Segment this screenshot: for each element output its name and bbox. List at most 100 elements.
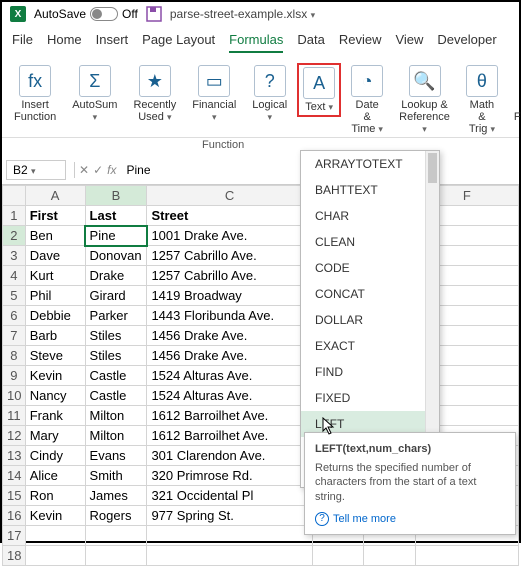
cell-B11[interactable]: Milton — [85, 406, 147, 426]
ribbon-lookup-[interactable]: 🔍Lookup &Reference ▾ — [393, 63, 456, 137]
row-header[interactable]: 7 — [3, 326, 26, 346]
cell-C13[interactable]: 301 Clarendon Ave. — [147, 446, 312, 466]
cell-B16[interactable]: Rogers — [85, 506, 147, 526]
filename[interactable]: parse-street-example.xlsx ▾ — [170, 7, 315, 21]
cell-C6[interactable]: 1443 Floribunda Ave. — [147, 306, 312, 326]
row-header[interactable]: 16 — [3, 506, 26, 526]
table-row[interactable]: 2BenPine1001 Drake Ave. — [3, 226, 519, 246]
cell-B2[interactable]: Pine — [85, 226, 147, 246]
tab-view[interactable]: View — [395, 32, 423, 53]
cell-F18[interactable] — [415, 546, 518, 566]
table-row[interactable]: 1FirstLastStreet — [3, 206, 519, 226]
tab-review[interactable]: Review — [339, 32, 382, 53]
cell-A16[interactable]: Kevin — [25, 506, 85, 526]
cell-C16[interactable]: 977 Spring St. — [147, 506, 312, 526]
col-header-C[interactable]: C — [147, 186, 312, 206]
cell-A4[interactable]: Kurt — [25, 266, 85, 286]
cancel-icon[interactable]: ✕ — [79, 163, 89, 177]
tab-home[interactable]: Home — [47, 32, 82, 53]
dropdown-item-code[interactable]: CODE — [301, 255, 439, 281]
formula-input[interactable]: Pine — [120, 161, 156, 179]
cell-A13[interactable]: Cindy — [25, 446, 85, 466]
tab-file[interactable]: File — [12, 32, 33, 53]
cell-C15[interactable]: 321 Occidental Pl — [147, 486, 312, 506]
cell-A7[interactable]: Barb — [25, 326, 85, 346]
row-header[interactable]: 1 — [3, 206, 26, 226]
cell-B15[interactable]: James — [85, 486, 147, 506]
cell-A5[interactable]: Phil — [25, 286, 85, 306]
tell-me-more-link[interactable]: ? Tell me more — [315, 512, 505, 526]
tab-developer[interactable]: Developer — [437, 32, 496, 53]
table-row[interactable]: 8SteveStiles1456 Drake Ave. — [3, 346, 519, 366]
row-header[interactable]: 12 — [3, 426, 26, 446]
row-header[interactable]: 15 — [3, 486, 26, 506]
row-header[interactable]: 8 — [3, 346, 26, 366]
col-header-B[interactable]: B — [85, 186, 147, 206]
cell-A8[interactable]: Steve — [25, 346, 85, 366]
ribbon-insert[interactable]: fxInsertFunction — [8, 63, 62, 125]
row-header[interactable]: 4 — [3, 266, 26, 286]
table-row[interactable]: 11FrankMilton1612 Barroilhet Ave. — [3, 406, 519, 426]
dropdown-item-concat[interactable]: CONCAT — [301, 281, 439, 307]
cell-B4[interactable]: Drake — [85, 266, 147, 286]
table-row[interactable]: 5PhilGirard1419 Broadway — [3, 286, 519, 306]
ribbon-financial[interactable]: ▭Financial ▾ — [186, 63, 242, 125]
row-header[interactable]: 2 — [3, 226, 26, 246]
table-row[interactable]: 10NancyCastle1524 Alturas Ave. — [3, 386, 519, 406]
cell-B14[interactable]: Smith — [85, 466, 147, 486]
ribbon-date-[interactable]: ◔Date &Time ▾ — [345, 63, 389, 137]
table-row[interactable]: 4KurtDrake1257 Cabrillo Ave. — [3, 266, 519, 286]
cell-C11[interactable]: 1612 Barroilhet Ave. — [147, 406, 312, 426]
cell-C2[interactable]: 1001 Drake Ave. — [147, 226, 312, 246]
table-row[interactable]: 7BarbStiles1456 Drake Ave. — [3, 326, 519, 346]
cell-C7[interactable]: 1456 Drake Ave. — [147, 326, 312, 346]
cell-B8[interactable]: Stiles — [85, 346, 147, 366]
cell-C1[interactable]: Street — [147, 206, 312, 226]
cell-A6[interactable]: Debbie — [25, 306, 85, 326]
ribbon-logical[interactable]: ?Logical ▾ — [246, 63, 293, 125]
dropdown-item-find[interactable]: FIND — [301, 359, 439, 385]
cell-A10[interactable]: Nancy — [25, 386, 85, 406]
table-row[interactable]: 6DebbieParker1443 Floribunda Ave. — [3, 306, 519, 326]
cell-A2[interactable]: Ben — [25, 226, 85, 246]
row-header[interactable]: 6 — [3, 306, 26, 326]
ribbon-more[interactable]: ⋯MoreFunctions ▾ — [508, 63, 521, 137]
dropdown-item-arraytotext[interactable]: ARRAYTOTEXT — [301, 151, 439, 177]
cell-A18[interactable] — [25, 546, 85, 566]
ribbon-autosum[interactable]: ΣAutoSum ▾ — [66, 63, 123, 125]
cell-B9[interactable]: Castle — [85, 366, 147, 386]
enter-icon[interactable]: ✓ — [93, 163, 103, 177]
cell-C18[interactable] — [147, 546, 312, 566]
cell-A14[interactable]: Alice — [25, 466, 85, 486]
cell-B13[interactable]: Evans — [85, 446, 147, 466]
select-all-corner[interactable] — [3, 186, 26, 206]
row-header[interactable]: 3 — [3, 246, 26, 266]
cell-C5[interactable]: 1419 Broadway — [147, 286, 312, 306]
row-header[interactable]: 11 — [3, 406, 26, 426]
dropdown-item-exact[interactable]: EXACT — [301, 333, 439, 359]
ribbon-text[interactable]: AText ▾ — [297, 63, 341, 117]
cell-B1[interactable]: Last — [85, 206, 147, 226]
table-row[interactable]: 18 — [3, 546, 519, 566]
dropdown-item-fixed[interactable]: FIXED — [301, 385, 439, 411]
cell-C9[interactable]: 1524 Alturas Ave. — [147, 366, 312, 386]
tab-formulas[interactable]: Formulas — [229, 32, 283, 53]
dropdown-item-clean[interactable]: CLEAN — [301, 229, 439, 255]
autosave-toggle[interactable]: AutoSave Off — [34, 7, 138, 21]
row-header[interactable]: 5 — [3, 286, 26, 306]
cell-B5[interactable]: Girard — [85, 286, 147, 306]
table-row[interactable]: 3DaveDonovan1257 Cabrillo Ave. — [3, 246, 519, 266]
col-header-A[interactable]: A — [25, 186, 85, 206]
row-header[interactable]: 18 — [3, 546, 26, 566]
dropdown-item-char[interactable]: CHAR — [301, 203, 439, 229]
cell-A3[interactable]: Dave — [25, 246, 85, 266]
ribbon-math-[interactable]: θMath &Trig ▾ — [460, 63, 504, 137]
cell-C8[interactable]: 1456 Drake Ave. — [147, 346, 312, 366]
cell-B10[interactable]: Castle — [85, 386, 147, 406]
row-header[interactable]: 14 — [3, 466, 26, 486]
cell-B6[interactable]: Parker — [85, 306, 147, 326]
cell-C3[interactable]: 1257 Cabrillo Ave. — [147, 246, 312, 266]
dropdown-item-bahttext[interactable]: BAHTTEXT — [301, 177, 439, 203]
row-header[interactable]: 10 — [3, 386, 26, 406]
cell-C12[interactable]: 1612 Barroilhet Ave. — [147, 426, 312, 446]
